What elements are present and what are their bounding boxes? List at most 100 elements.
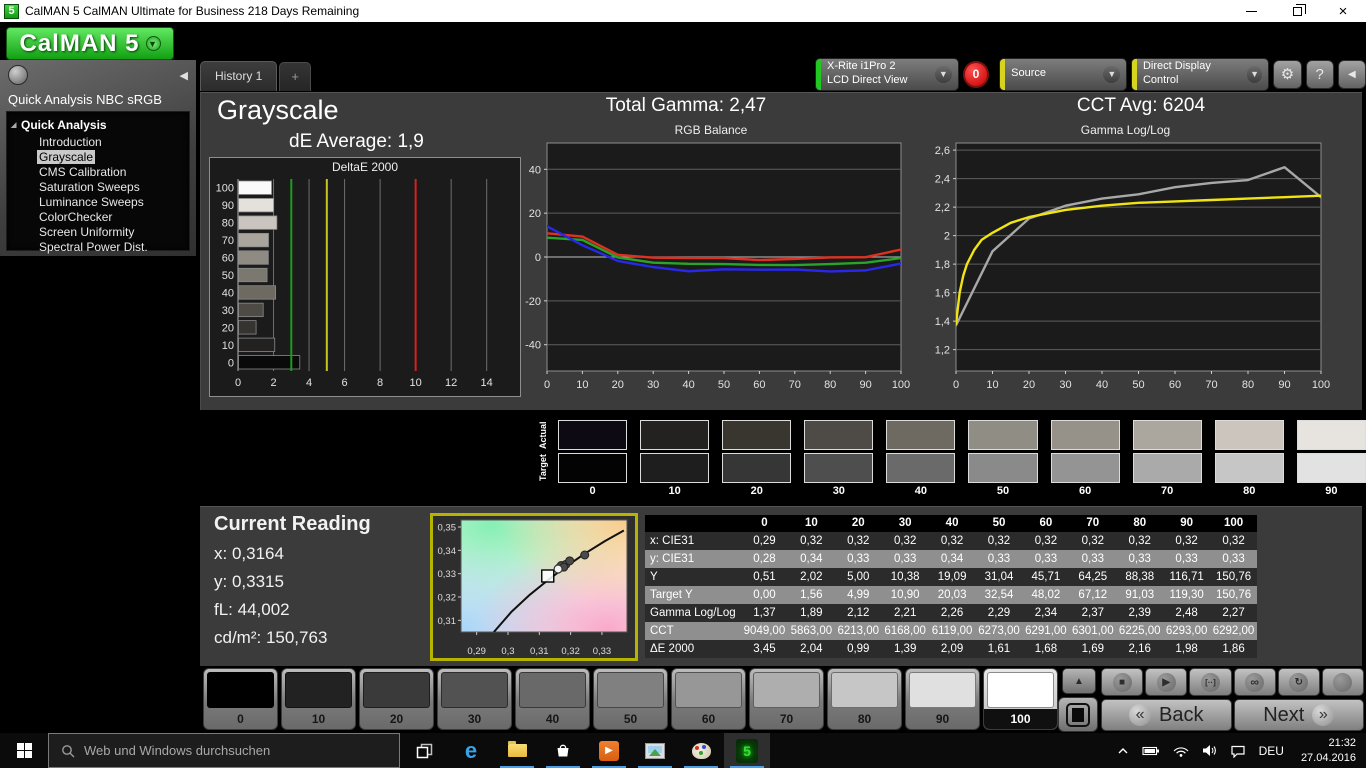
patch-button-10[interactable]: 10 bbox=[281, 668, 356, 730]
infinity-icon: ∞ bbox=[1245, 672, 1265, 692]
tab-history-1[interactable]: History 1 bbox=[200, 61, 278, 91]
sidebar-menu-button[interactable] bbox=[8, 65, 28, 85]
patch-button-70[interactable]: 70 bbox=[749, 668, 824, 730]
close-button[interactable]: × bbox=[1320, 0, 1366, 22]
svg-text:0,29: 0,29 bbox=[467, 646, 486, 657]
chevron-up-icon[interactable] bbox=[1117, 746, 1129, 756]
minimize-button[interactable] bbox=[1228, 0, 1274, 22]
wifi-icon[interactable] bbox=[1173, 745, 1189, 757]
svg-text:10: 10 bbox=[410, 377, 422, 389]
patch-swatch bbox=[987, 672, 1054, 708]
table-cell: 1,86 bbox=[1222, 643, 1245, 655]
svg-text:1,4: 1,4 bbox=[935, 316, 950, 328]
source-dropdown[interactable]: Source ▼ bbox=[999, 57, 1128, 91]
patch-bar-up-button[interactable]: ▲ bbox=[1062, 668, 1096, 694]
tree-collapse-icon: ◢ bbox=[11, 122, 17, 129]
sidebar-item-introduction[interactable]: Introduction bbox=[37, 135, 104, 149]
collapse-panel-button[interactable]: ◀ bbox=[1337, 59, 1366, 89]
store-icon bbox=[557, 744, 569, 757]
patch-button-100[interactable]: 100 bbox=[983, 668, 1058, 730]
volume-icon[interactable] bbox=[1202, 744, 1217, 757]
patch-button-80[interactable]: 80 bbox=[827, 668, 902, 730]
patch-button-50[interactable]: 50 bbox=[593, 668, 668, 730]
help-button[interactable]: ? bbox=[1305, 59, 1334, 89]
table-cell: 0,33 bbox=[1081, 553, 1104, 565]
table-row-label: ΔE 2000 bbox=[650, 643, 695, 655]
taskbar-app-file-explorer[interactable] bbox=[494, 733, 540, 768]
table-cell: 45,71 bbox=[1031, 571, 1061, 583]
calman-logo[interactable]: CalMAN 5 ▼ bbox=[6, 27, 174, 60]
restore-button[interactable] bbox=[1274, 0, 1320, 22]
taskbar-app-media-player[interactable]: ▶ bbox=[586, 733, 632, 768]
next-button[interactable]: Next » bbox=[1233, 699, 1364, 731]
back-button[interactable]: « Back bbox=[1101, 699, 1232, 731]
patch-button-0[interactable]: 0 bbox=[203, 668, 278, 730]
taskbar-app-edge[interactable]: e bbox=[448, 733, 494, 768]
patch-button-60[interactable]: 60 bbox=[671, 668, 746, 730]
transport-refresh-button[interactable]: ↻ bbox=[1277, 668, 1320, 696]
svg-text:90: 90 bbox=[1278, 379, 1290, 391]
sidebar-item-cms-calibration[interactable]: CMS Calibration bbox=[37, 165, 128, 179]
patch-button-90[interactable]: 90 bbox=[905, 668, 980, 730]
svg-text:50: 50 bbox=[1132, 379, 1144, 391]
swatch-column-30: 30 bbox=[804, 420, 874, 497]
target-swatch-30 bbox=[804, 453, 874, 483]
meter-error-badge[interactable]: 0 bbox=[962, 60, 990, 88]
search-input[interactable] bbox=[84, 743, 364, 758]
table-column-header: 70 bbox=[1086, 517, 1100, 529]
swatch-column-20: 20 bbox=[722, 420, 792, 497]
clock[interactable]: 21:32 27.04.2016 bbox=[1297, 736, 1356, 766]
patch-swatch bbox=[285, 672, 352, 708]
language-indicator[interactable]: DEU bbox=[1259, 744, 1284, 758]
patch-swatch bbox=[675, 672, 742, 708]
add-tab-button[interactable]: + bbox=[279, 62, 311, 91]
svg-text:0,35: 0,35 bbox=[438, 523, 457, 534]
taskbar-app-task-view[interactable] bbox=[402, 733, 448, 768]
sidebar-collapse-icon[interactable]: ◀ bbox=[180, 69, 188, 82]
settings-button[interactable]: ⚙ bbox=[1273, 59, 1302, 89]
swatch-column-0: 0 bbox=[558, 420, 628, 497]
transport-stop-button[interactable]: ■ bbox=[1101, 668, 1144, 696]
chevron-left-icon: « bbox=[1129, 704, 1152, 726]
table-corner-cell bbox=[645, 515, 741, 532]
table-column-header: 30 bbox=[898, 517, 912, 529]
calman-logo-text: CalMAN 5 bbox=[19, 29, 140, 57]
patch-button-30[interactable]: 30 bbox=[437, 668, 512, 730]
taskbar-app-photo-viewer[interactable] bbox=[632, 733, 678, 768]
target-swatch-90 bbox=[1296, 453, 1366, 483]
taskbar-app-paint[interactable] bbox=[678, 733, 724, 768]
svg-text:20: 20 bbox=[529, 208, 541, 220]
sidebar-item-screen-uniformity[interactable]: Screen Uniformity bbox=[37, 225, 136, 239]
transport-infinity-button[interactable]: ∞ bbox=[1233, 668, 1276, 696]
grayscale-panel: Grayscale dE Average: 1,9 Total Gamma: 2… bbox=[200, 92, 1362, 410]
swatch-level-label: 0 bbox=[589, 485, 596, 497]
patch-button-40[interactable]: 40 bbox=[515, 668, 590, 730]
meter-dropdown[interactable]: X-Rite i1Pro 2 LCD Direct View ▼ bbox=[815, 57, 959, 91]
swatch-column-50: 50 bbox=[968, 420, 1038, 497]
actual-swatch-40 bbox=[886, 420, 956, 450]
sidebar-item-spectral-power-dist-[interactable]: Spectral Power Dist. bbox=[37, 240, 150, 254]
patch-button-20[interactable]: 20 bbox=[359, 668, 434, 730]
pattern-window-button[interactable] bbox=[1058, 697, 1098, 732]
transport-play-button[interactable]: ▶ bbox=[1145, 668, 1188, 696]
rgb-balance-chart: -40 -20 0 20 40 0 10 20 30 40 50 60 70 80 90 100 bbox=[525, 142, 910, 391]
battery-icon[interactable] bbox=[1142, 745, 1160, 757]
taskbar-app-calman[interactable]: 5 bbox=[724, 733, 770, 768]
transport-interval-button[interactable]: [··] bbox=[1189, 668, 1232, 696]
table-cell: 19,09 bbox=[937, 571, 967, 583]
display-control-dropdown[interactable]: Direct Display Control ▼ bbox=[1131, 57, 1270, 91]
taskbar-search[interactable] bbox=[48, 733, 400, 768]
svg-text:100: 100 bbox=[892, 379, 910, 391]
nav-root-quick-analysis[interactable]: ◢ Quick Analysis bbox=[7, 117, 189, 134]
edge-icon: e bbox=[464, 737, 478, 763]
svg-text:1,8: 1,8 bbox=[935, 259, 950, 271]
table-column-header: 80 bbox=[1133, 517, 1147, 529]
transport-record-button[interactable] bbox=[1321, 668, 1365, 696]
start-button[interactable] bbox=[0, 733, 48, 768]
sidebar-item-luminance-sweeps[interactable]: Luminance Sweeps bbox=[37, 195, 146, 209]
sidebar-item-grayscale[interactable]: Grayscale bbox=[37, 150, 96, 164]
taskbar-app-store[interactable] bbox=[540, 733, 586, 768]
sidebar-item-saturation-sweeps[interactable]: Saturation Sweeps bbox=[37, 180, 142, 194]
notifications-icon[interactable] bbox=[1230, 744, 1246, 758]
sidebar-item-colorchecker[interactable]: ColorChecker bbox=[37, 210, 114, 224]
